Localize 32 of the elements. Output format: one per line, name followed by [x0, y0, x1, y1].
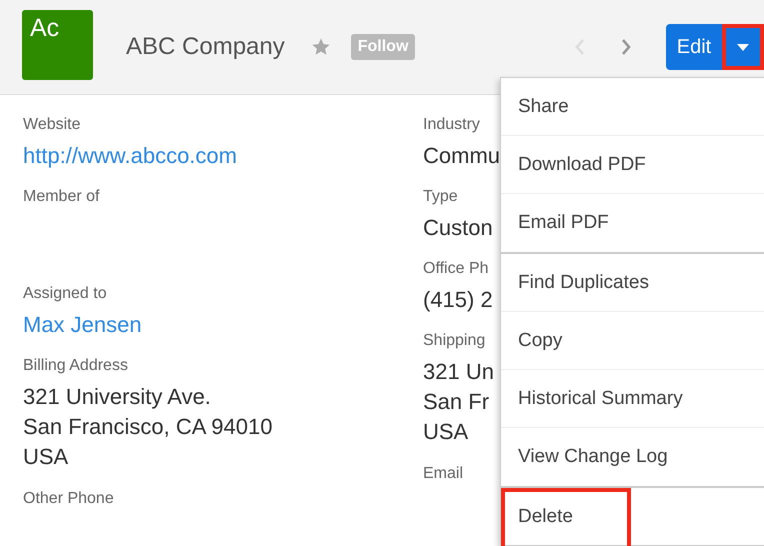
menu-item[interactable]: Find Duplicates	[501, 254, 764, 312]
field-link[interactable]: Max Jensen	[23, 310, 142, 339]
field-label: Other Phone	[23, 489, 114, 509]
field-label: Assigned to	[23, 284, 107, 304]
edit-button[interactable]: Edit	[666, 24, 722, 70]
field-value: (415) 2	[423, 286, 493, 314]
field-label: Email	[423, 464, 464, 484]
address-value: 321 Un San Fr USA	[423, 358, 494, 446]
menu-item[interactable]: Historical Summary	[501, 370, 764, 428]
field-value: Commu	[423, 142, 500, 170]
menu-item[interactable]: Copy	[501, 312, 764, 370]
field-value: Custon	[423, 214, 493, 242]
field-label: Type	[423, 187, 458, 207]
next-icon[interactable]	[620, 37, 632, 57]
field-label: Office Ph	[423, 259, 489, 279]
menu-item[interactable]: Share	[501, 78, 764, 136]
field-link[interactable]: http://www.abcco.com	[23, 141, 237, 170]
record-title: ABC Company	[126, 33, 285, 61]
field-label: Billing Address	[23, 356, 128, 376]
menu-item[interactable]: View Change Log	[501, 428, 764, 486]
field-label: Member of	[23, 187, 100, 207]
field-label: Industry	[423, 115, 480, 135]
star-icon[interactable]	[310, 37, 331, 57]
menu-item[interactable]: Download PDF	[501, 136, 764, 194]
field-label: Shipping	[423, 331, 486, 351]
menu-item[interactable]: Delete	[501, 488, 631, 546]
address-value: 321 University Ave. San Francisco, CA 94010 USA	[23, 383, 272, 471]
caret-icon	[737, 44, 749, 50]
field-label: Website	[23, 115, 81, 135]
company-logo: Ac	[22, 10, 93, 80]
actions-dropdown-button[interactable]	[722, 24, 764, 70]
menu-item[interactable]: Email PDF	[501, 194, 764, 252]
